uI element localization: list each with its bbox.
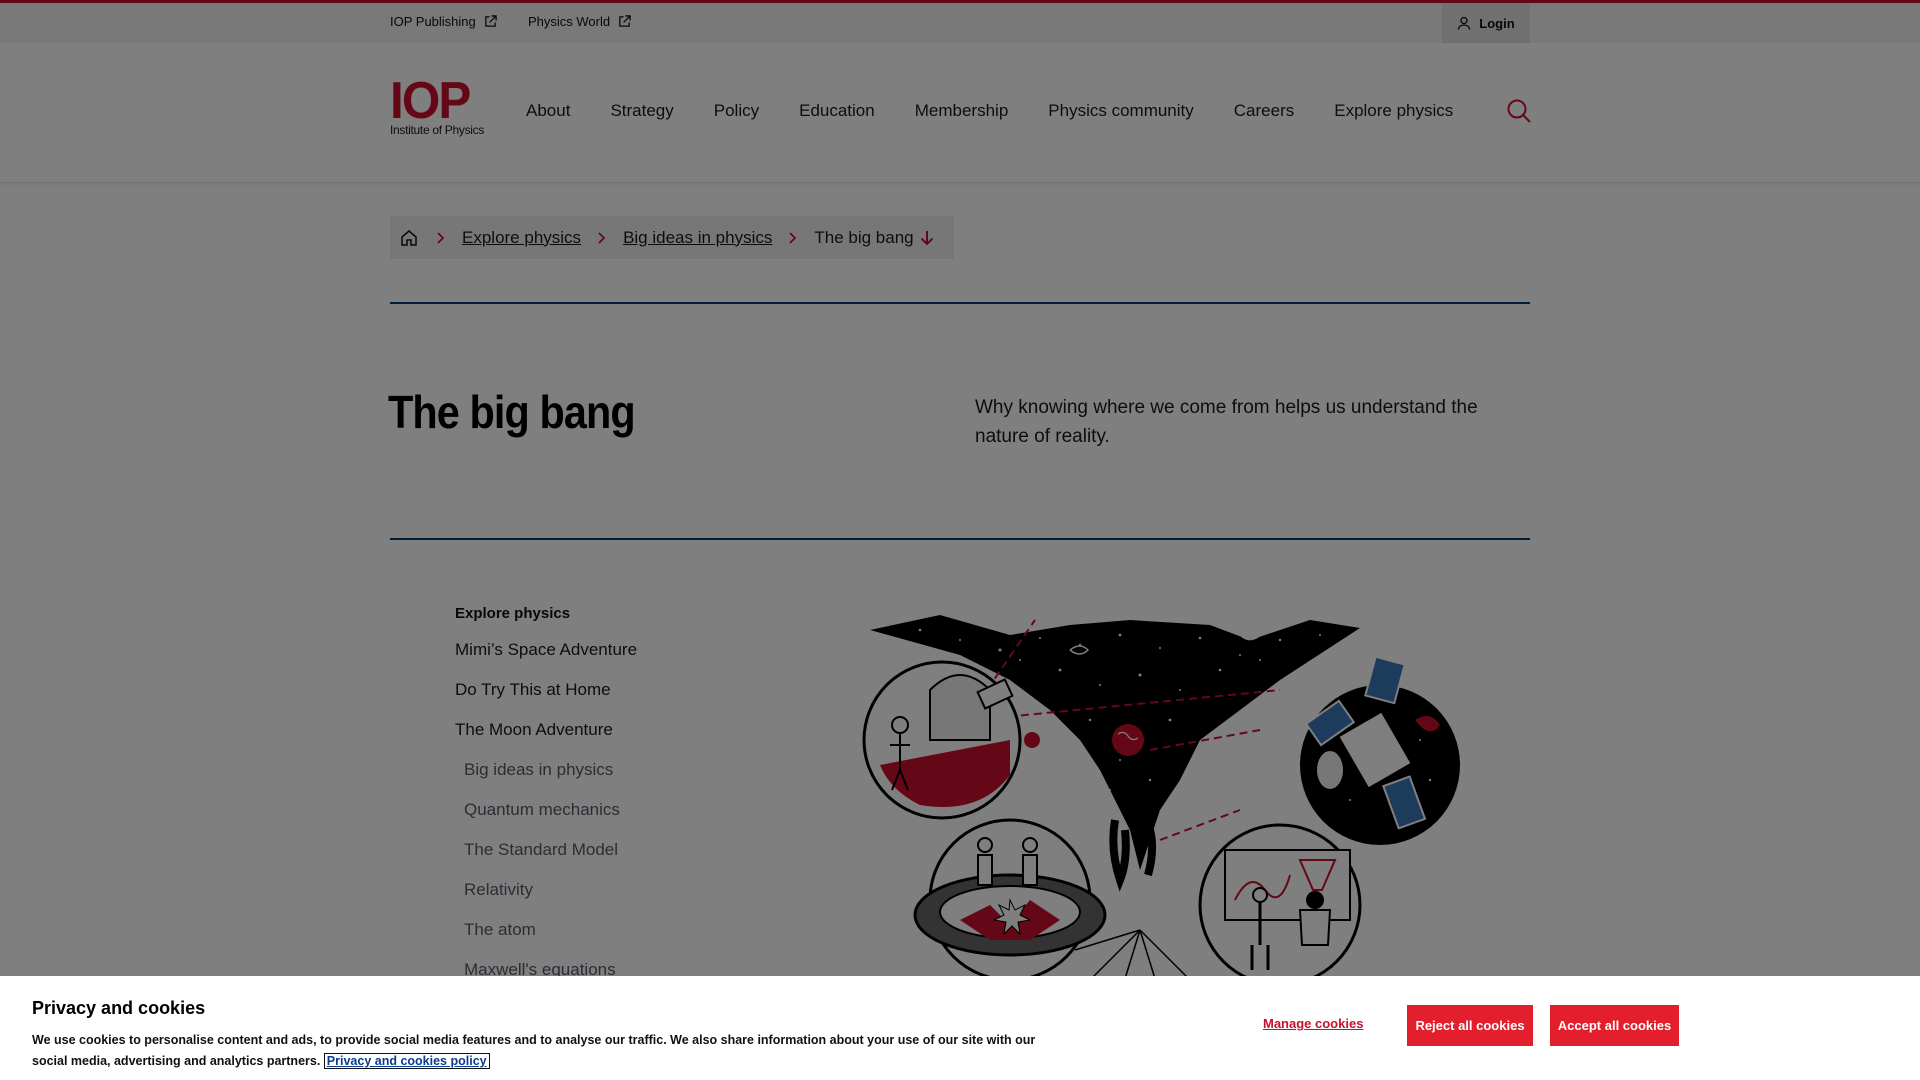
accept-cookies-button[interactable]: Accept all cookies <box>1550 1005 1679 1046</box>
cookie-description: We use cookies to personalise content an… <box>32 1033 1036 1068</box>
reject-cookies-button[interactable]: Reject all cookies <box>1407 1005 1533 1046</box>
page: IOP Publishing Physics World Login IOP I… <box>0 0 1920 1080</box>
privacy-policy-link[interactable]: Privacy and cookies policy <box>323 1053 490 1069</box>
modal-overlay <box>0 0 1920 1080</box>
cookie-text: We use cookies to personalise content an… <box>32 1030 1072 1072</box>
manage-cookies-button[interactable]: Manage cookies <box>1263 1016 1363 1031</box>
cookie-title: Privacy and cookies <box>32 998 206 1018</box>
